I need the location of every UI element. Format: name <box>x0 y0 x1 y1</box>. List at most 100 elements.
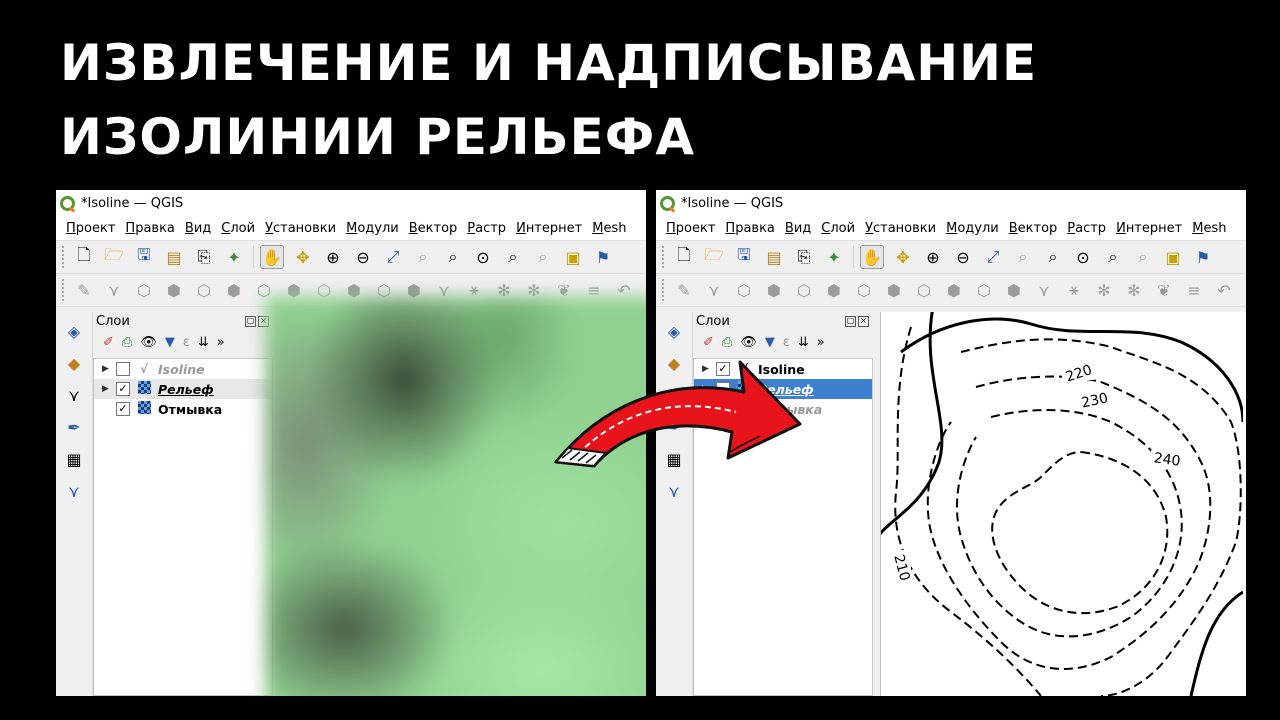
move-feature-icon[interactable]: ⬢ <box>763 279 785 301</box>
simplify-icon[interactable]: ⬢ <box>223 279 245 301</box>
add-raster-icon[interactable]: ◆ <box>63 352 85 374</box>
menu-mesh[interactable]: Mesh <box>1192 221 1226 236</box>
toolbar-grip[interactable] <box>662 279 667 301</box>
bookmark-icon[interactable]: ⚑ <box>1192 246 1214 268</box>
add-virtual-icon[interactable]: ⋎ <box>663 480 685 502</box>
expand-arrow-icon[interactable]: ▶ <box>102 384 116 394</box>
new-bookmark-icon[interactable]: ▣ <box>562 246 584 268</box>
menu-project[interactable]: Проект <box>66 221 115 236</box>
zoom-last-icon[interactable]: ⌕ <box>502 246 524 268</box>
offset-curve-icon[interactable]: ⬢ <box>1003 279 1025 301</box>
float-panel-icon[interactable]: ▢ <box>845 315 856 327</box>
toolbar-grip[interactable] <box>662 246 667 268</box>
save-icon[interactable]: 🖫 <box>733 245 755 268</box>
move-feature-icon[interactable]: ⬢ <box>163 279 185 301</box>
zoom-next-icon[interactable]: ⌕ <box>1132 246 1154 268</box>
new-print-layout-icon[interactable]: ▤ <box>763 246 785 268</box>
menu-web[interactable]: Интернет <box>516 221 582 236</box>
layer-checkbox[interactable]: ✓ <box>116 382 130 396</box>
menu-layer[interactable]: Слой <box>221 221 255 236</box>
digitize-icon[interactable]: ⬡ <box>133 279 155 301</box>
new-print-layout-icon[interactable]: ▤ <box>163 246 185 268</box>
pan-to-selection-icon[interactable]: ✥ <box>292 246 314 268</box>
layer-row[interactable]: ▶ √ Isoline <box>94 359 272 379</box>
add-spatialite-icon[interactable]: ▦ <box>63 448 85 470</box>
open-icon[interactable]: 🗁 <box>103 245 125 268</box>
split-parts-icon[interactable]: ⚹ <box>1063 279 1085 301</box>
merge-icon[interactable]: ✻ <box>1093 279 1115 301</box>
menu-plugins[interactable]: Модули <box>346 221 399 236</box>
undo-icon[interactable]: ↶ <box>1213 279 1235 301</box>
menu-layer[interactable]: Слой <box>821 221 855 236</box>
toolbar-grip[interactable] <box>62 246 67 268</box>
menu-view[interactable]: Вид <box>785 221 811 236</box>
save-icon[interactable]: 🖫 <box>133 245 155 268</box>
layer-checkbox[interactable]: ✓ <box>116 402 130 416</box>
pan-icon[interactable]: ✋ <box>260 245 284 269</box>
zoom-in-icon[interactable]: ⊕ <box>922 246 944 268</box>
edit-icon[interactable]: ✎ <box>673 279 695 301</box>
new-bookmark-icon[interactable]: ▣ <box>1162 246 1184 268</box>
delete-ring-icon[interactable]: ⬢ <box>943 279 965 301</box>
menu-raster[interactable]: Растр <box>1067 221 1106 236</box>
zoom-last-icon[interactable]: ⌕ <box>1102 246 1124 268</box>
layout-manager-icon[interactable]: ⎘ <box>193 246 215 268</box>
add-part-icon[interactable]: ⬢ <box>883 279 905 301</box>
expand-all-icon[interactable]: ⇊ <box>198 335 209 350</box>
zoom-layer-icon[interactable]: ⌕ <box>1042 246 1064 268</box>
rotate-feature-icon[interactable]: ⬡ <box>193 279 215 301</box>
zoom-native-icon[interactable]: ⊙ <box>472 246 494 268</box>
new-project-icon[interactable]: 🗋 <box>73 245 95 268</box>
add-vector-icon[interactable]: ⋎ <box>63 384 85 406</box>
new-project-icon[interactable]: 🗋 <box>673 245 695 268</box>
menu-project[interactable]: Проект <box>666 221 715 236</box>
pan-icon[interactable]: ✋ <box>860 245 884 269</box>
zoom-in-icon[interactable]: ⊕ <box>322 246 344 268</box>
layout-manager-icon[interactable]: ⎘ <box>793 246 815 268</box>
vertex-tool-icon[interactable]: ⋎ <box>103 279 125 301</box>
fill-ring-icon[interactable]: ⬡ <box>913 279 935 301</box>
add-layer-icon[interactable]: ◈ <box>63 320 85 342</box>
manage-map-themes-icon[interactable]: 👁 <box>140 335 157 350</box>
zoom-native-icon[interactable]: ⊙ <box>1072 246 1094 268</box>
menu-settings[interactable]: Установки <box>865 221 936 236</box>
menu-web[interactable]: Интернет <box>1116 221 1182 236</box>
menu-edit[interactable]: Правка <box>725 221 774 236</box>
edit-icon[interactable]: ✎ <box>73 279 95 301</box>
overflow-icon[interactable]: » <box>217 335 225 350</box>
layer-checkbox[interactable] <box>116 362 130 376</box>
split-features-icon[interactable]: ⋎ <box>1033 279 1055 301</box>
zoom-full-icon[interactable]: ⤢ <box>382 246 404 268</box>
add-layer-icon[interactable]: ◈ <box>663 320 685 342</box>
add-group-icon[interactable]: ⎙ <box>122 335 132 350</box>
rotate-feature-icon[interactable]: ⬡ <box>793 279 815 301</box>
merge-attributes-icon[interactable]: ✻ <box>1123 279 1145 301</box>
expand-arrow-icon[interactable]: ▶ <box>102 364 116 374</box>
pan-to-selection-icon[interactable]: ✥ <box>892 246 914 268</box>
filter-icon[interactable]: ▼ <box>165 335 175 350</box>
menu-settings[interactable]: Установки <box>265 221 336 236</box>
style-manager-icon[interactable]: ✦ <box>823 246 845 268</box>
bookmark-icon[interactable]: ⚑ <box>592 246 614 268</box>
menu-raster[interactable]: Растр <box>467 221 506 236</box>
menu-plugins[interactable]: Модули <box>946 221 999 236</box>
layer-row[interactable]: ▶ ✓ Рельеф <box>94 379 272 399</box>
zoom-layer-icon[interactable]: ⌕ <box>442 246 464 268</box>
zoom-selection-icon[interactable]: ⌕ <box>1012 246 1034 268</box>
overflow-icon[interactable]: » <box>817 335 825 350</box>
rotate-point-icon[interactable]: ❦ <box>1153 279 1175 301</box>
menu-mesh[interactable]: Mesh <box>592 221 626 236</box>
menu-vector[interactable]: Вектор <box>1009 221 1058 236</box>
add-virtual-icon[interactable]: ⋎ <box>63 480 85 502</box>
reshape-icon[interactable]: ⬡ <box>973 279 995 301</box>
zoom-next-icon[interactable]: ⌕ <box>532 246 554 268</box>
menu-vector[interactable]: Вектор <box>409 221 458 236</box>
add-delimited-icon[interactable]: ✒ <box>63 416 85 438</box>
menu-edit[interactable]: Правка <box>125 221 174 236</box>
simplify-icon[interactable]: ⬢ <box>823 279 845 301</box>
close-panel-icon[interactable]: × <box>858 315 869 327</box>
map-canvas-contours[interactable]: 220 230 240 210 <box>880 312 1246 696</box>
vertex-tool-icon[interactable]: ⋎ <box>703 279 725 301</box>
open-icon[interactable]: 🗁 <box>703 245 725 268</box>
zoom-out-icon[interactable]: ⊖ <box>952 246 974 268</box>
